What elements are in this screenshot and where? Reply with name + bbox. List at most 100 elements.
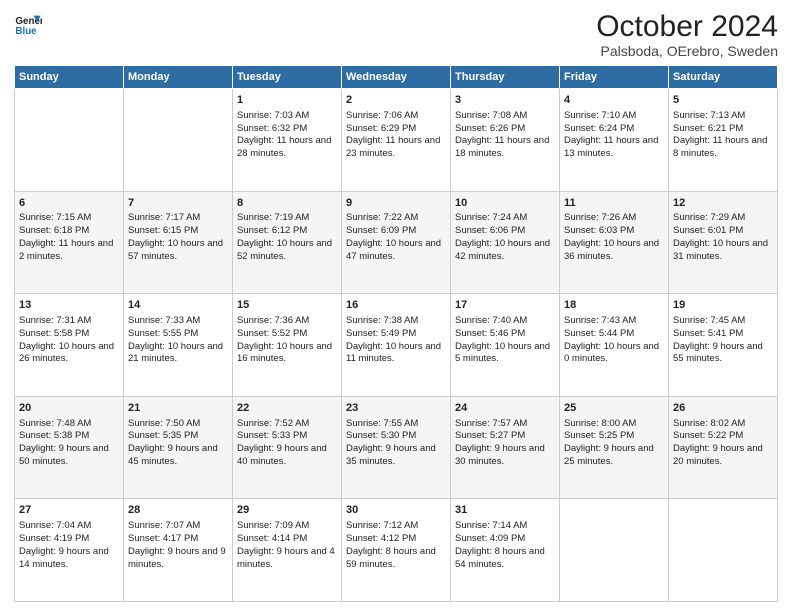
sunrise-text: Sunrise: 7:38 AM: [346, 315, 446, 328]
day-number: 18: [564, 298, 664, 313]
daylight-text: Daylight: 9 hours and 45 minutes.: [128, 443, 228, 469]
daylight-text: Daylight: 9 hours and 4 minutes.: [237, 546, 337, 572]
sunset-text: Sunset: 4:19 PM: [19, 533, 119, 546]
daylight-text: Daylight: 9 hours and 55 minutes.: [673, 341, 773, 367]
day-number: 12: [673, 196, 773, 211]
daylight-text: Daylight: 11 hours and 23 minutes.: [346, 135, 446, 161]
sunrise-text: Sunrise: 8:00 AM: [564, 418, 664, 431]
calendar-table: SundayMondayTuesdayWednesdayThursdayFrid…: [14, 65, 778, 602]
sunrise-text: Sunrise: 7:43 AM: [564, 315, 664, 328]
day-cell: 26Sunrise: 8:02 AMSunset: 5:22 PMDayligh…: [669, 396, 778, 499]
daylight-text: Daylight: 11 hours and 18 minutes.: [455, 135, 555, 161]
sunset-text: Sunset: 5:27 PM: [455, 430, 555, 443]
sunrise-text: Sunrise: 7:50 AM: [128, 418, 228, 431]
sunrise-text: Sunrise: 7:45 AM: [673, 315, 773, 328]
sunset-text: Sunset: 4:17 PM: [128, 533, 228, 546]
day-number: 3: [455, 93, 555, 108]
day-cell: 14Sunrise: 7:33 AMSunset: 5:55 PMDayligh…: [124, 294, 233, 397]
sunrise-text: Sunrise: 7:07 AM: [128, 520, 228, 533]
logo-icon: General Blue: [14, 10, 42, 38]
daylight-text: Daylight: 8 hours and 54 minutes.: [455, 546, 555, 572]
page-header: General Blue October 2024 Palsboda, OEre…: [14, 10, 778, 59]
day-cell: 17Sunrise: 7:40 AMSunset: 5:46 PMDayligh…: [451, 294, 560, 397]
day-number: 22: [237, 401, 337, 416]
daylight-text: Daylight: 10 hours and 0 minutes.: [564, 341, 664, 367]
sunset-text: Sunset: 5:46 PM: [455, 328, 555, 341]
sunrise-text: Sunrise: 7:13 AM: [673, 110, 773, 123]
calendar-header-row: SundayMondayTuesdayWednesdayThursdayFrid…: [15, 66, 778, 89]
daylight-text: Daylight: 10 hours and 57 minutes.: [128, 238, 228, 264]
day-cell: 15Sunrise: 7:36 AMSunset: 5:52 PMDayligh…: [233, 294, 342, 397]
daylight-text: Daylight: 10 hours and 52 minutes.: [237, 238, 337, 264]
sunrise-text: Sunrise: 7:19 AM: [237, 212, 337, 225]
daylight-text: Daylight: 9 hours and 25 minutes.: [564, 443, 664, 469]
daylight-text: Daylight: 11 hours and 8 minutes.: [673, 135, 773, 161]
sunset-text: Sunset: 5:58 PM: [19, 328, 119, 341]
day-cell: 22Sunrise: 7:52 AMSunset: 5:33 PMDayligh…: [233, 396, 342, 499]
day-cell: 20Sunrise: 7:48 AMSunset: 5:38 PMDayligh…: [15, 396, 124, 499]
sunset-text: Sunset: 6:12 PM: [237, 225, 337, 238]
day-cell: 27Sunrise: 7:04 AMSunset: 4:19 PMDayligh…: [15, 499, 124, 602]
daylight-text: Daylight: 10 hours and 42 minutes.: [455, 238, 555, 264]
day-number: 15: [237, 298, 337, 313]
col-header-friday: Friday: [560, 66, 669, 89]
sunrise-text: Sunrise: 7:29 AM: [673, 212, 773, 225]
daylight-text: Daylight: 10 hours and 21 minutes.: [128, 341, 228, 367]
sunset-text: Sunset: 6:01 PM: [673, 225, 773, 238]
day-cell: 18Sunrise: 7:43 AMSunset: 5:44 PMDayligh…: [560, 294, 669, 397]
daylight-text: Daylight: 9 hours and 30 minutes.: [455, 443, 555, 469]
sunrise-text: Sunrise: 7:40 AM: [455, 315, 555, 328]
sunset-text: Sunset: 5:33 PM: [237, 430, 337, 443]
day-number: 26: [673, 401, 773, 416]
sunset-text: Sunset: 5:22 PM: [673, 430, 773, 443]
week-row-3: 13Sunrise: 7:31 AMSunset: 5:58 PMDayligh…: [15, 294, 778, 397]
day-number: 23: [346, 401, 446, 416]
sunrise-text: Sunrise: 8:02 AM: [673, 418, 773, 431]
day-number: 4: [564, 93, 664, 108]
daylight-text: Daylight: 10 hours and 5 minutes.: [455, 341, 555, 367]
sunrise-text: Sunrise: 7:03 AM: [237, 110, 337, 123]
daylight-text: Daylight: 8 hours and 59 minutes.: [346, 546, 446, 572]
day-number: 21: [128, 401, 228, 416]
title-block: October 2024 Palsboda, OErebro, Sweden: [596, 10, 778, 59]
sunset-text: Sunset: 6:29 PM: [346, 123, 446, 136]
daylight-text: Daylight: 10 hours and 47 minutes.: [346, 238, 446, 264]
day-number: 1: [237, 93, 337, 108]
page-title: October 2024: [596, 10, 778, 43]
day-cell: 29Sunrise: 7:09 AMSunset: 4:14 PMDayligh…: [233, 499, 342, 602]
sunrise-text: Sunrise: 7:31 AM: [19, 315, 119, 328]
day-number: 6: [19, 196, 119, 211]
sunset-text: Sunset: 6:26 PM: [455, 123, 555, 136]
day-cell: [560, 499, 669, 602]
day-number: 14: [128, 298, 228, 313]
sunset-text: Sunset: 6:32 PM: [237, 123, 337, 136]
sunset-text: Sunset: 4:12 PM: [346, 533, 446, 546]
sunrise-text: Sunrise: 7:08 AM: [455, 110, 555, 123]
day-cell: 2Sunrise: 7:06 AMSunset: 6:29 PMDaylight…: [342, 89, 451, 192]
day-cell: 1Sunrise: 7:03 AMSunset: 6:32 PMDaylight…: [233, 89, 342, 192]
week-row-2: 6Sunrise: 7:15 AMSunset: 6:18 PMDaylight…: [15, 191, 778, 294]
sunrise-text: Sunrise: 7:15 AM: [19, 212, 119, 225]
sunset-text: Sunset: 5:41 PM: [673, 328, 773, 341]
sunrise-text: Sunrise: 7:14 AM: [455, 520, 555, 533]
svg-text:Blue: Blue: [15, 26, 37, 37]
day-cell: 13Sunrise: 7:31 AMSunset: 5:58 PMDayligh…: [15, 294, 124, 397]
day-number: 27: [19, 503, 119, 518]
sunrise-text: Sunrise: 7:55 AM: [346, 418, 446, 431]
sunset-text: Sunset: 6:09 PM: [346, 225, 446, 238]
sunset-text: Sunset: 5:25 PM: [564, 430, 664, 443]
daylight-text: Daylight: 9 hours and 50 minutes.: [19, 443, 119, 469]
col-header-thursday: Thursday: [451, 66, 560, 89]
sunrise-text: Sunrise: 7:09 AM: [237, 520, 337, 533]
day-cell: 12Sunrise: 7:29 AMSunset: 6:01 PMDayligh…: [669, 191, 778, 294]
col-header-monday: Monday: [124, 66, 233, 89]
day-number: 9: [346, 196, 446, 211]
daylight-text: Daylight: 11 hours and 13 minutes.: [564, 135, 664, 161]
col-header-wednesday: Wednesday: [342, 66, 451, 89]
day-cell: 24Sunrise: 7:57 AMSunset: 5:27 PMDayligh…: [451, 396, 560, 499]
sunrise-text: Sunrise: 7:48 AM: [19, 418, 119, 431]
day-number: 25: [564, 401, 664, 416]
sunset-text: Sunset: 5:38 PM: [19, 430, 119, 443]
sunset-text: Sunset: 5:55 PM: [128, 328, 228, 341]
sunrise-text: Sunrise: 7:26 AM: [564, 212, 664, 225]
